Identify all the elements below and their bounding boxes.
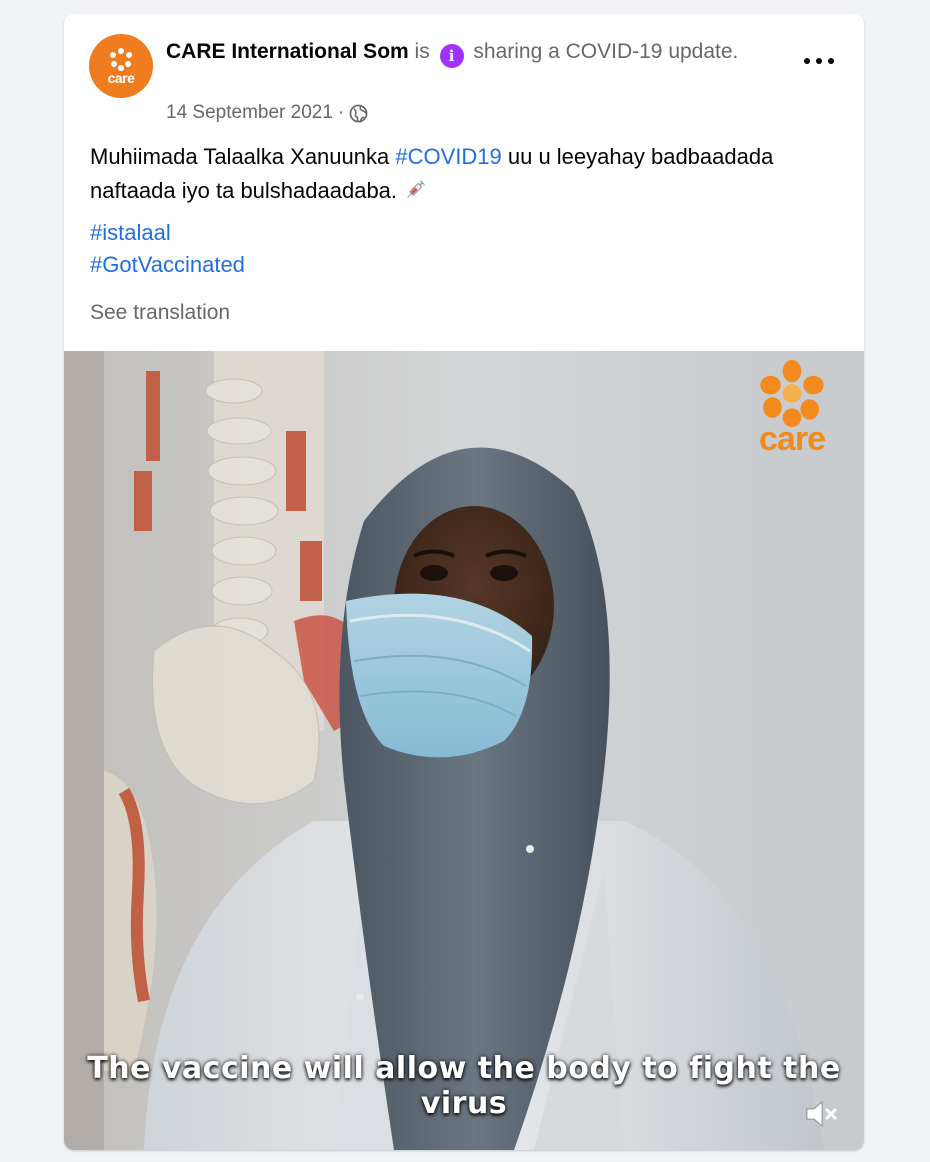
hashtag-list: #istalaal #GotVaccinated [90,217,245,281]
see-translation-link[interactable]: See translation [90,301,230,325]
care-watermark-icon [760,359,824,428]
video-player[interactable]: care The vaccine will allow the body to … [64,351,864,1150]
globe-icon [349,104,368,122]
status-text: sharing a COVID-19 update. [473,40,739,63]
post-date[interactable]: 14 September 2021 [166,102,333,124]
video-frame-image [64,351,864,1150]
syringe-icon [407,180,426,198]
status-prefix: is [414,40,430,63]
avatar-logo-text: care [107,70,135,86]
post-meta: 14 September 2021 · [166,102,368,124]
page-name-link[interactable]: CARE International Som [166,40,409,63]
video-subtitle: The vaccine will allow the body to fight… [87,1051,841,1121]
post-header: care CARE International Som is i sharing… [64,14,864,136]
body-text-before: Muhiimada Talaalka Xanuunka [90,144,396,169]
post-card: care CARE International Som is i sharing… [64,14,864,1150]
muted-speaker-icon[interactable] [804,1098,840,1130]
hashtag-istalaal-link[interactable]: #istalaal [90,217,245,249]
care-logo-icon [110,48,132,71]
info-icon[interactable]: i [439,44,464,68]
meta-separator: · [337,102,345,123]
more-options-icon[interactable] [804,48,834,74]
hashtag-covid19-link[interactable]: #COVID19 [395,144,501,169]
care-watermark-logo: care [750,359,834,459]
care-watermark-text: care [759,420,826,458]
hashtag-gotvaccinated-link[interactable]: #GotVaccinated [90,249,245,281]
post-title-line: CARE International Som is i sharing a CO… [166,36,766,68]
page-avatar[interactable]: care [89,34,153,98]
post-body: Muhiimada Talaalka Xanuunka #COVID19 uu … [90,140,845,208]
